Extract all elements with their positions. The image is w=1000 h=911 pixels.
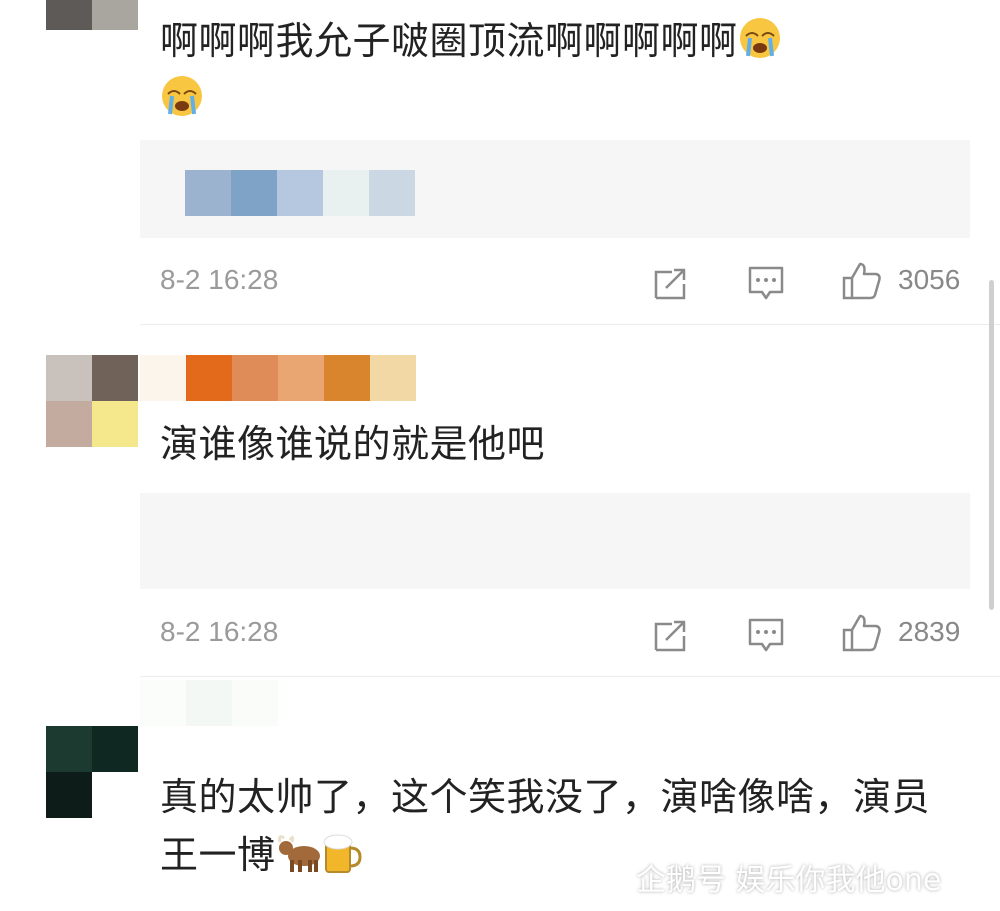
beer-mug-icon xyxy=(320,830,364,874)
username-mosaic[interactable] xyxy=(140,355,416,401)
divider xyxy=(140,324,1000,325)
reply-icon[interactable] xyxy=(746,610,786,654)
comment-time: 8-2 16:28 xyxy=(160,264,279,295)
comment-meta-row: 8-2 16:28 2839 xyxy=(140,610,970,660)
like-icon[interactable] xyxy=(840,610,884,654)
like-icon[interactable] xyxy=(840,258,884,302)
comment-text: 演谁像谁说的就是他吧 xyxy=(160,422,546,466)
penguin-logo-icon xyxy=(600,858,628,896)
reply-icon[interactable] xyxy=(746,258,786,302)
crying-face-icon xyxy=(738,16,782,60)
watermark-text: 企鹅号 娱乐你我他one xyxy=(636,863,942,898)
like-count: 2839 xyxy=(898,616,961,647)
share-icon[interactable] xyxy=(650,258,690,302)
share-icon[interactable] xyxy=(650,610,690,654)
comment-time: 8-2 16:28 xyxy=(160,616,279,647)
comment-item: 啊啊啊我允子啵圈顶流啊啊啊啊啊 8-2 16:28 3056 xyxy=(0,0,1000,320)
divider xyxy=(140,676,1000,677)
crying-face-icon xyxy=(160,74,204,118)
avatar[interactable] xyxy=(46,726,138,818)
quoted-reply-box[interactable] xyxy=(140,493,970,589)
comment-item: 演谁像谁说的就是他吧 8-2 16:28 2839 xyxy=(0,355,1000,675)
comment-text: 啊啊啊我允子啵圈顶流啊啊啊啊啊 xyxy=(160,12,940,128)
avatar[interactable] xyxy=(46,355,138,447)
redacted-mosaic xyxy=(185,170,415,216)
watermark: 企鹅号 娱乐你我他one xyxy=(600,855,941,899)
comment-meta-row: 8-2 16:28 3056 xyxy=(140,258,970,308)
quoted-reply-box[interactable] xyxy=(140,140,970,238)
scrollbar[interactable] xyxy=(989,280,994,610)
avatar[interactable] xyxy=(46,0,138,30)
username-mosaic[interactable] xyxy=(140,680,278,726)
ox-icon xyxy=(276,830,320,874)
like-count: 3056 xyxy=(898,264,961,295)
